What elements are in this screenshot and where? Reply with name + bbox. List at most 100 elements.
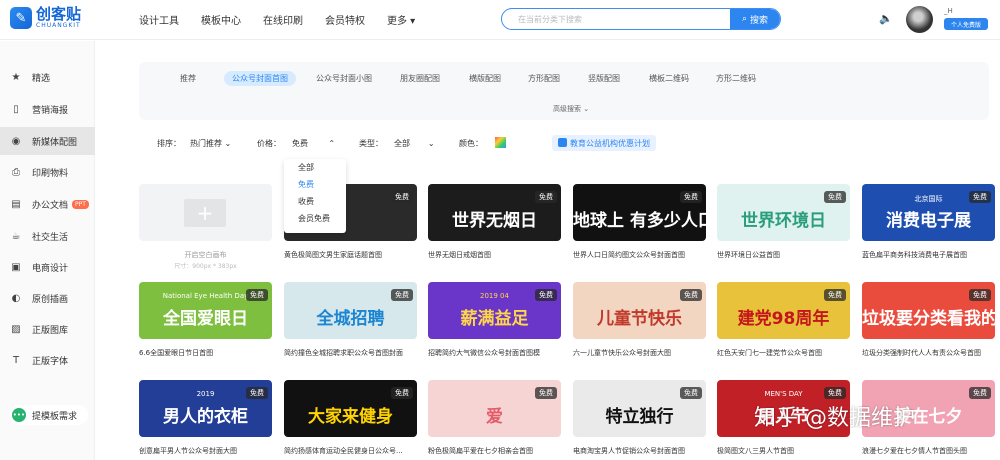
- sidebar-item-label: 印刷物料: [32, 168, 69, 179]
- tab-recommend[interactable]: 推荐: [180, 73, 196, 84]
- sidebar-item-label: 电商设计: [32, 263, 69, 274]
- template-caption[interactable]: 电商淘宝男人节促销公众号封面首图: [573, 446, 713, 456]
- tab-qr-landscape[interactable]: 横板二维码: [649, 73, 689, 84]
- logo[interactable]: ✎ 创客贴 CHUANGKIT: [10, 6, 81, 30]
- speaker-icon[interactable]: 🔈: [879, 12, 893, 25]
- template-title: 消费电子展: [886, 211, 971, 231]
- template-caption[interactable]: 六一儿童节快乐公众号封面大图: [573, 348, 713, 358]
- template-title: 全国爱眼日: [163, 309, 248, 329]
- free-badge: 免费: [391, 387, 413, 399]
- template-card[interactable]: 爱 免费: [428, 380, 561, 437]
- main-nav: 设计工具 模板中心 在线印刷 会员特权 更多 ▾: [139, 12, 437, 27]
- avatar[interactable]: [906, 6, 933, 33]
- template-caption[interactable]: 创意扁平男人节公众号封面大图: [139, 446, 279, 456]
- nav-template-center[interactable]: 模板中心: [201, 12, 241, 27]
- sidebar-item-featured[interactable]: ★ 精选: [0, 63, 95, 91]
- sidebar: ★ 精选 ▯ 营销海报 ◉ 新媒体配图 ⎙ 印刷物料 ▤ 办公文档 PPT ☕ …: [0, 41, 95, 460]
- sidebar-item-illustration[interactable]: ◐ 原创插画: [0, 284, 95, 312]
- request-template-button[interactable]: ••• 提模板需求: [10, 405, 88, 425]
- user-name[interactable]: _H: [944, 7, 953, 15]
- free-badge: 免费: [824, 289, 846, 301]
- tab-cover-small[interactable]: 公众号封面小图: [316, 73, 372, 84]
- template-title: 世界环境日: [741, 211, 826, 231]
- advanced-search[interactable]: 高级搜索 ⌄: [553, 104, 589, 114]
- template-caption[interactable]: 6.6全国爱眼日节日首图: [139, 348, 279, 358]
- nav-design-tools[interactable]: 设计工具: [139, 12, 179, 27]
- template-caption[interactable]: 粉色极简扁平爱在七夕相亲会首图: [428, 446, 568, 456]
- sidebar-item-marketing-poster[interactable]: ▯ 营销海报: [0, 95, 95, 123]
- tab-moments[interactable]: 朋友圈配图: [400, 73, 440, 84]
- megaphone-icon: [558, 138, 567, 147]
- price-option-free[interactable]: 免费: [284, 176, 346, 193]
- price-option-member-free[interactable]: 会员免费: [284, 210, 346, 227]
- sidebar-item-label: 营销海报: [32, 105, 69, 116]
- template-caption[interactable]: 招聘简约大气微信公众号封面首图模: [428, 348, 568, 358]
- sort-label: 排序：: [157, 139, 181, 148]
- template-card[interactable]: 2019 男人的衣柜 免费: [139, 380, 272, 437]
- price-option-all[interactable]: 全部: [284, 159, 346, 176]
- template-caption[interactable]: 红色天安门七一建党节公众号首图: [717, 348, 857, 358]
- template-title: 爱: [486, 407, 503, 427]
- sidebar-item-label: 正版字体: [32, 356, 69, 367]
- logo-icon: ✎: [10, 7, 32, 29]
- search-input[interactable]: 在当前分类下搜索: [518, 14, 582, 25]
- template-caption[interactable]: 垃圾分类强制时代人人有责公众号首图: [862, 348, 1000, 358]
- template-caption[interactable]: 极简图文八三男人节首图: [717, 446, 857, 456]
- tab-portrait[interactable]: 竖版配图: [588, 73, 620, 84]
- template-caption[interactable]: 世界环境日公益首图: [717, 250, 857, 260]
- wechat-icon: ◉: [11, 135, 21, 147]
- template-caption[interactable]: 黄色极简图文男生家庭话题首图: [284, 250, 424, 260]
- blank-canvas-card[interactable]: +: [139, 184, 272, 241]
- template-card[interactable]: 大家来健身 免费: [284, 380, 417, 437]
- nav-vip[interactable]: 会员特权: [325, 12, 365, 27]
- template-card[interactable]: 全城招聘 免费: [284, 282, 417, 339]
- template-card[interactable]: 建党98周年 免费: [717, 282, 850, 339]
- template-card[interactable]: 世界无烟日 免费: [428, 184, 561, 241]
- price-option-paid[interactable]: 收费: [284, 193, 346, 210]
- sort-value: 热门推荐: [190, 139, 222, 148]
- template-caption[interactable]: 简约扬感体育运动全民健身日公众号...: [284, 446, 424, 456]
- type-select[interactable]: 全部 ⌄: [394, 138, 435, 149]
- tab-square[interactable]: 方形配图: [528, 73, 560, 84]
- nav-online-print[interactable]: 在线印刷: [263, 12, 303, 27]
- blank-canvas-title: 开启空白画布: [184, 251, 227, 259]
- free-badge: 免费: [969, 289, 991, 301]
- nav-more[interactable]: 更多 ▾: [387, 12, 415, 27]
- sidebar-item-label: 原创插画: [32, 294, 69, 305]
- template-caption[interactable]: 蓝色扁平商务科技消费电子展首图: [862, 250, 1000, 260]
- template-card[interactable]: 世界环境日 免费: [717, 184, 850, 241]
- template-card[interactable]: 垃圾要分类看我的 免费: [862, 282, 995, 339]
- template-card[interactable]: 北京国际 消费电子展 免费: [862, 184, 995, 241]
- template-card[interactable]: 儿童节快乐 免费: [573, 282, 706, 339]
- template-card[interactable]: National Eye Health Day 全国爱眼日 免费: [139, 282, 272, 339]
- sidebar-item-label: 正版图库: [32, 325, 69, 336]
- search-button[interactable]: ⌕ 搜索: [730, 9, 780, 29]
- sidebar-item-print[interactable]: ⎙ 印刷物料: [0, 158, 95, 186]
- sidebar-item-social[interactable]: ☕ 社交生活: [0, 222, 95, 250]
- tab-landscape[interactable]: 横版配图: [469, 73, 501, 84]
- price-select[interactable]: 免费 ⌃: [292, 138, 335, 149]
- sidebar-item-ecommerce[interactable]: ▣ 电商设计: [0, 253, 95, 281]
- template-caption[interactable]: 浪漫七夕爱在七夕情人节首图头图: [862, 446, 1000, 456]
- sidebar-item-fonts[interactable]: T 正版字体: [0, 346, 95, 374]
- template-card[interactable]: 2019 04 薪满益足 免费: [428, 282, 561, 339]
- free-badge: 免费: [680, 289, 702, 301]
- template-card[interactable]: 地球上 有多少人口？ 免费: [573, 184, 706, 241]
- tab-qr-square[interactable]: 方形二维码: [716, 73, 756, 84]
- free-badge: 免费: [391, 289, 413, 301]
- sort-select[interactable]: 热门推荐 ⌄: [190, 138, 231, 149]
- sidebar-item-new-media[interactable]: ◉ 新媒体配图: [0, 127, 95, 155]
- template-caption[interactable]: 世界无烟日戒烟首图: [428, 250, 568, 260]
- education-plan-link[interactable]: 教育公益机构优惠计划: [552, 135, 656, 151]
- user-plan-badge[interactable]: 个人免费版: [944, 18, 988, 30]
- free-badge: 免费: [246, 289, 268, 301]
- logo-subtext: CHUANGKIT: [36, 22, 81, 29]
- color-picker[interactable]: [495, 137, 506, 148]
- template-caption[interactable]: 世界人口日简约图文公众号封面首图: [573, 250, 713, 260]
- sidebar-item-stock-images[interactable]: ▨ 正版图库: [0, 315, 95, 343]
- tab-cover-main[interactable]: 公众号封面首图: [224, 71, 296, 86]
- template-caption[interactable]: 简约撞色全城招聘求职公众号首图封面: [284, 348, 424, 358]
- template-card[interactable]: 特立独行 免费: [573, 380, 706, 437]
- template-title: 特立独行: [605, 407, 674, 427]
- sidebar-item-office-docs[interactable]: ▤ 办公文档 PPT: [0, 190, 95, 218]
